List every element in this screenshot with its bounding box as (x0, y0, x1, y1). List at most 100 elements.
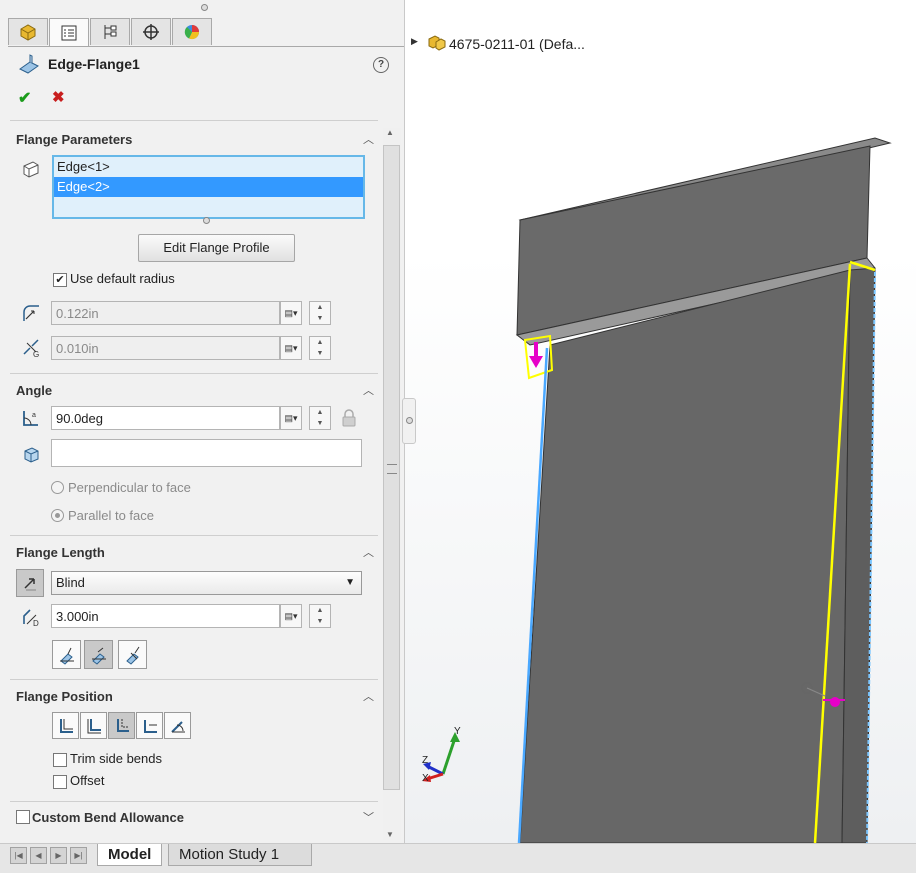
tangent-to-bend-button[interactable] (164, 712, 191, 739)
trim-side-bends-checkbox[interactable] (53, 753, 67, 767)
bend-outside-button[interactable] (108, 712, 135, 739)
appearance-pie-icon (184, 25, 200, 40)
triad-x-label: X (422, 773, 429, 784)
list-item-edge-1[interactable]: Edge<1> (54, 157, 363, 177)
length-spinner[interactable]: ▲ ▼ (309, 604, 331, 628)
virtual-sharp-position-icon (143, 719, 157, 733)
edge-selection-list[interactable]: Edge<1> Edge<2> (52, 155, 365, 219)
configuration-icon (104, 25, 117, 39)
outer-virtual-sharp-button[interactable] (52, 640, 81, 669)
tab-model[interactable]: Model (97, 844, 163, 866)
prev-tab-icon[interactable]: ◀ (30, 847, 47, 864)
length-units-button[interactable]: ▤▾ (280, 604, 302, 628)
dimxpert-tab[interactable] (131, 18, 171, 45)
parallel-to-face-radio[interactable] (51, 509, 64, 522)
scroll-up-arrow[interactable]: ▲ (386, 128, 394, 137)
feature-title-text: Edge-Flange1 (48, 56, 140, 72)
tangent-to-bend-icon (170, 720, 185, 733)
ok-button[interactable]: ✔ (18, 88, 31, 108)
reverse-direction-icon (24, 578, 36, 591)
face-selection-box[interactable] (51, 439, 362, 467)
radius-spinner[interactable]: ▲ ▼ (309, 301, 331, 325)
svg-text:a: a (32, 412, 36, 419)
panel-grip[interactable] (201, 4, 208, 11)
flange-position-title[interactable]: Flange Position (16, 689, 113, 704)
gap-units-button[interactable]: ▤▾ (280, 336, 302, 360)
face-select-icon (20, 443, 42, 465)
use-default-radius-checkbox[interactable]: ✔ (53, 273, 67, 287)
outer-virtual-sharp-icon (59, 647, 74, 665)
collapse-flange-position-icon[interactable]: ︿ (363, 688, 374, 704)
perpendicular-to-face-label: Perpendicular to face (68, 480, 191, 495)
reverse-direction-button[interactable] (16, 569, 44, 597)
material-outside-icon (87, 718, 101, 733)
flange-parameters-title[interactable]: Flange Parameters (16, 132, 132, 147)
next-tab-icon[interactable]: ▶ (50, 847, 67, 864)
property-list-icon (61, 25, 77, 41)
manager-tabstrip (8, 18, 213, 47)
offset-label: Offset (70, 773, 105, 788)
scrollbar-thumb[interactable] (383, 145, 400, 790)
feature-manager-tab[interactable] (8, 18, 48, 45)
material-outside-button[interactable] (80, 712, 107, 739)
angle-title[interactable]: Angle (16, 383, 52, 398)
collapse-angle-icon[interactable]: ︿ (363, 382, 374, 398)
svg-text:G: G (33, 350, 39, 358)
panel-splitter-handle[interactable] (402, 398, 416, 444)
flange-angle-icon: a (20, 407, 42, 429)
tangent-bend-button[interactable] (118, 640, 147, 669)
flange-length-input[interactable]: 3.000in (51, 604, 280, 628)
collapse-flange-parameters-icon[interactable]: ︿ (363, 131, 374, 147)
property-manager-tab[interactable] (49, 18, 89, 47)
tangent-bend-icon (125, 646, 139, 665)
crosshair-icon (143, 24, 159, 40)
gap-spinner[interactable]: ▲ ▼ (309, 336, 331, 360)
collapse-flange-length-icon[interactable]: ︿ (363, 544, 374, 560)
help-button[interactable]: ? (373, 57, 389, 73)
bend-radius-icon (20, 302, 42, 324)
graphics-viewport[interactable]: ▶ 4675-0211-01 (Defa... Y Z X (405, 0, 916, 843)
part-icon (20, 24, 36, 41)
configuration-manager-tab[interactable] (90, 18, 130, 45)
inner-virtual-sharp-icon (91, 647, 106, 665)
scroll-down-arrow[interactable]: ▼ (386, 830, 394, 839)
listbox-resize-grip[interactable] (203, 217, 210, 224)
expand-custom-bend-allowance-icon[interactable]: ﹀ (363, 809, 374, 825)
display-manager-tab[interactable] (172, 18, 212, 45)
angle-units-button[interactable]: ▤▾ (280, 406, 302, 430)
gap-distance-icon: G (20, 337, 42, 359)
last-tab-icon[interactable]: ▶| (70, 847, 87, 864)
edge-select-icon (20, 157, 42, 179)
bottom-tab-bar: |◀ ◀ ▶ ▶| Model Motion Study 1 (0, 843, 916, 873)
svg-text:D: D (33, 619, 39, 627)
triad-y-label: Y (454, 726, 461, 737)
edit-flange-profile-button[interactable]: Edit Flange Profile (138, 234, 295, 262)
custom-bend-allowance-title: Custom Bend Allowance (32, 810, 184, 825)
material-inside-icon (59, 718, 73, 733)
radius-units-button[interactable]: ▤▾ (280, 301, 302, 325)
length-end-condition-select[interactable]: Blind ▼ (51, 571, 362, 595)
parallel-to-face-label: Parallel to face (68, 508, 154, 523)
offset-checkbox[interactable] (53, 775, 67, 789)
bend-radius-input[interactable]: 0.122in (51, 301, 280, 325)
custom-bend-allowance-checkbox[interactable] (16, 810, 30, 824)
material-inside-button[interactable] (52, 712, 79, 739)
sheet-metal-model[interactable] (405, 0, 916, 843)
gap-distance-input[interactable]: 0.010in (51, 336, 280, 360)
feature-title: Edge-Flange1 (18, 54, 140, 74)
flange-length-title[interactable]: Flange Length (16, 545, 105, 560)
cancel-button[interactable]: ✖ (52, 88, 65, 106)
virtual-sharp-position-button[interactable] (136, 712, 163, 739)
chevron-down-icon: ▼ (345, 577, 355, 588)
end-condition-value: Blind (56, 575, 85, 590)
angle-spinner[interactable]: ▲ ▼ (309, 406, 331, 430)
perpendicular-to-face-radio[interactable] (51, 481, 64, 494)
bend-outside-icon (116, 718, 129, 732)
inner-virtual-sharp-button[interactable] (84, 640, 113, 669)
flange-length-icon: D (20, 606, 42, 628)
flange-angle-input[interactable]: 90.0deg (51, 406, 280, 430)
tab-motion-study-1[interactable]: Motion Study 1 (168, 844, 312, 866)
list-item-edge-2[interactable]: Edge<2> (54, 177, 363, 197)
lock-icon[interactable] (341, 409, 357, 430)
first-tab-icon[interactable]: |◀ (10, 847, 27, 864)
